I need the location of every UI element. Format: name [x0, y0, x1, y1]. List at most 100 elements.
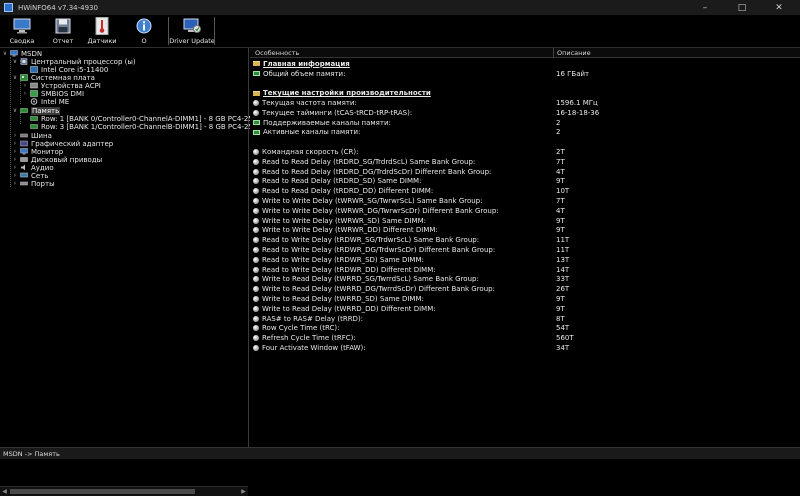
table-row[interactable]: Командная скорость (CR): 2T	[250, 147, 800, 157]
clock-icon	[253, 207, 259, 214]
table-row[interactable]: Write to Read Delay (tWRRD_SD) Same DIMM…	[250, 294, 800, 304]
table-row[interactable]: Read to Read Delay (tRDRD_DG/TrdrdScDr) …	[250, 167, 800, 177]
cpu-icon	[20, 58, 28, 65]
info-icon	[135, 17, 153, 35]
memory-icon	[253, 120, 260, 126]
tree-item-ports[interactable]: › Порты	[12, 179, 55, 188]
clock-icon	[253, 335, 259, 342]
memory-icon	[253, 129, 260, 135]
graphics-card-icon	[20, 140, 28, 147]
table-row[interactable]: Текущая частота памяти: 1596.1 МГц	[250, 98, 800, 108]
status-bar: MSDN -> Память	[0, 447, 800, 459]
window-title: HWiNFO64 v7.34-4930	[18, 3, 98, 12]
memory-module-icon	[30, 123, 38, 130]
memory-icon	[20, 107, 28, 114]
table-row[interactable]: RAS# to RAS# Delay (tRRD): 8T	[250, 314, 800, 324]
table-row[interactable]: Read to Read Delay (tRDRD_SD) Same DIMM:…	[250, 177, 800, 187]
table-row[interactable]: Write to Write Delay (tWRWR_SG/TwrwrScL)…	[250, 196, 800, 206]
driver-update-button[interactable]: Driver Update	[169, 17, 215, 47]
floppy-disk-icon	[54, 17, 72, 35]
table-row[interactable]: Read to Read Delay (tRDRD_DD) Different …	[250, 186, 800, 196]
clock-icon	[253, 149, 259, 156]
table-row[interactable]: Поддерживаемые каналы памяти: 2	[250, 118, 800, 128]
horizontal-scrollbar[interactable]: ◀ ▶	[0, 486, 248, 496]
speaker-icon	[20, 164, 28, 171]
expand-icon[interactable]: ›	[22, 89, 28, 98]
cpu-chip-icon	[30, 66, 38, 73]
monitor-icon	[13, 17, 31, 35]
expand-icon[interactable]: ›	[12, 179, 18, 188]
clock-icon	[253, 217, 259, 224]
table-row[interactable]: Общий объем памяти: 16 ГБайт	[250, 69, 800, 79]
bios-chip-icon	[30, 90, 38, 97]
clock-icon	[253, 276, 259, 283]
table-row[interactable]: Read to Write Delay (tRDWR_SD) Same DIMM…	[250, 255, 800, 265]
table-row[interactable]: Write to Write Delay (tWRWR_SD) Same DIM…	[250, 216, 800, 226]
about-button[interactable]: О	[133, 17, 155, 47]
maximize-button[interactable]: □	[728, 0, 756, 15]
clock-icon	[253, 256, 259, 263]
column-header-feature[interactable]: Особенность	[250, 48, 553, 58]
table-row[interactable]: Текущие настройки производительности	[250, 88, 800, 98]
close-button[interactable]: ✕	[765, 0, 793, 15]
table-row[interactable]: Активные каналы памяти: 2	[250, 128, 800, 138]
monitor-icon	[20, 148, 28, 155]
clock-icon	[253, 188, 259, 195]
report-button[interactable]: Отчет	[50, 17, 76, 47]
sensors-button[interactable]: Датчики	[87, 17, 117, 47]
column-header-description[interactable]: Описание	[554, 48, 800, 58]
tree-item-intel-me[interactable]: Intel ME	[30, 97, 69, 106]
clock-icon	[253, 296, 259, 303]
scroll-right-icon[interactable]: ▶	[239, 487, 248, 496]
folder-icon	[253, 61, 260, 67]
clock-icon	[253, 227, 259, 234]
collapse-icon[interactable]: ∨	[2, 49, 8, 58]
table-row[interactable]: Write to Read Delay (tWRRD_DD) Different…	[250, 304, 800, 314]
table-row[interactable]: Write to Write Delay (tWRWR_DG/TwrwrScDr…	[250, 206, 800, 216]
clock-icon	[253, 315, 259, 322]
folder-icon	[253, 90, 260, 96]
clock-icon	[253, 168, 259, 175]
device-tree[interactable]: ∨ MSDN ∨ Центральный процессор (ы) Intel…	[0, 48, 289, 496]
port-icon	[20, 180, 28, 187]
collapse-icon[interactable]: ∨	[12, 106, 18, 115]
clock-icon	[253, 178, 259, 185]
thermometer-icon	[93, 17, 111, 35]
details-table: Особенность Описание Главная информация …	[250, 48, 800, 447]
summary-button[interactable]: Сводка	[8, 17, 36, 47]
table-row[interactable]: Write to Read Delay (tWRRD_SG/TwrrdScL) …	[250, 275, 800, 285]
clock-icon	[253, 198, 259, 205]
clock-icon	[253, 325, 259, 332]
scrollbar-thumb[interactable]	[10, 489, 195, 494]
scroll-left-icon[interactable]: ◀	[0, 487, 9, 496]
clock-icon	[253, 237, 259, 244]
status-text: MSDN -> Память	[3, 449, 60, 458]
clock-icon	[253, 345, 259, 352]
computer-icon	[10, 50, 18, 57]
minimize-button[interactable]: –	[691, 0, 719, 15]
clock-icon	[253, 158, 259, 165]
table-row[interactable]: Four Activate Window (tFAW): 34T	[250, 343, 800, 353]
table-row[interactable]: Refresh Cycle Time (tRFC): 560T	[250, 333, 800, 343]
table-row[interactable]: Read to Write Delay (tRDWR_DD) Different…	[250, 265, 800, 275]
clock-icon	[253, 100, 259, 107]
title-bar: HWiNFO64 v7.34-4930 – □ ✕	[0, 0, 800, 15]
memory-module-icon	[30, 115, 38, 122]
table-row[interactable]: Write to Write Delay (tWRWR_DD) Differen…	[250, 226, 800, 236]
table-row[interactable]: Главная информация	[250, 59, 800, 69]
motherboard-icon	[20, 74, 28, 81]
collapse-icon[interactable]: ∨	[12, 57, 18, 66]
table-row[interactable]: Read to Write Delay (tRDWR_SG/TrdwrScL) …	[250, 235, 800, 245]
table-row[interactable]: Row Cycle Time (tRC): 54T	[250, 324, 800, 334]
clock-icon	[253, 109, 259, 116]
table-row[interactable]: Read to Read Delay (tRDRD_SG/TrdrdScL) S…	[250, 157, 800, 167]
table-row[interactable]: Текущее тайминги (tCAS-tRCD-tRP-tRAS): 1…	[250, 108, 800, 118]
network-icon	[20, 172, 28, 179]
table-row[interactable]: Read to Write Delay (tRDWR_DG/TrdwrScDr)…	[250, 245, 800, 255]
bus-icon	[20, 132, 28, 139]
device-icon	[30, 82, 38, 89]
toolbar-separator	[214, 17, 215, 45]
table-row[interactable]: Write to Read Delay (tWRRD_DG/TwrrdScDr)…	[250, 284, 800, 294]
clock-icon	[253, 266, 259, 273]
collapse-icon[interactable]: ∨	[12, 73, 18, 82]
